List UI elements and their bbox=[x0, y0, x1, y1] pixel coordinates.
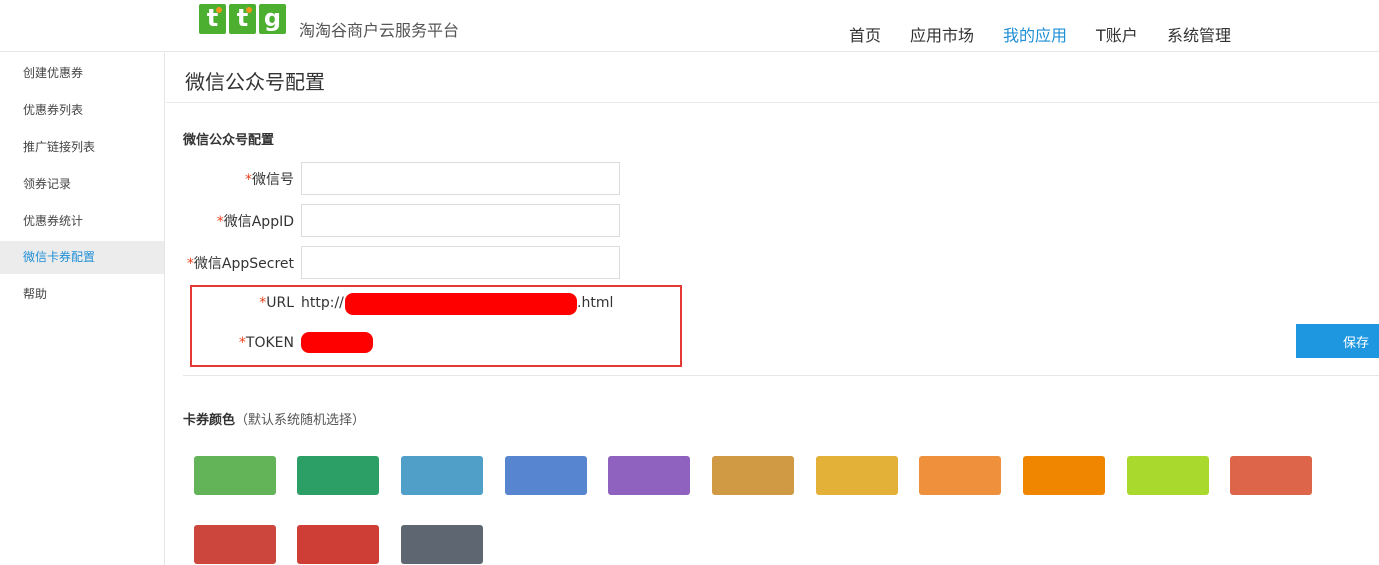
url-suffix: .html bbox=[577, 295, 614, 311]
color-swatch[interactable] bbox=[505, 456, 587, 495]
color-swatch[interactable] bbox=[712, 456, 794, 495]
color-swatch[interactable] bbox=[401, 525, 483, 564]
nav-home[interactable]: 首页 bbox=[849, 22, 881, 46]
save-button[interactable]: 保存 bbox=[1296, 324, 1379, 358]
color-swatch[interactable] bbox=[1023, 456, 1105, 495]
app-id-label: *微信AppID bbox=[216, 214, 294, 230]
page-title: 微信公众号配置 bbox=[185, 70, 325, 94]
url-prefix: http:// bbox=[301, 295, 344, 311]
divider bbox=[166, 102, 1379, 103]
sidebar-item-create-coupon[interactable]: 创建优惠券 bbox=[0, 57, 164, 90]
color-swatch[interactable] bbox=[297, 525, 379, 564]
wechat-id-label: *微信号 bbox=[245, 172, 294, 188]
color-swatch[interactable] bbox=[297, 456, 379, 495]
logo-letter: g bbox=[259, 4, 286, 34]
app-secret-input[interactable] bbox=[301, 246, 620, 279]
card-color-title: 卡券颜色（默认系统随机选择） bbox=[183, 413, 366, 428]
color-swatch[interactable] bbox=[816, 456, 898, 495]
sidebar-item-coupon-stats[interactable]: 优惠券统计 bbox=[0, 205, 164, 238]
section-title: 微信公众号配置 bbox=[183, 133, 275, 148]
color-swatch[interactable] bbox=[1230, 456, 1312, 495]
nav-app-market[interactable]: 应用市场 bbox=[910, 22, 974, 46]
color-swatch[interactable] bbox=[1127, 456, 1209, 495]
brand-name: 淘淘谷商户云服务平台 bbox=[299, 21, 460, 40]
color-swatch[interactable] bbox=[194, 456, 276, 495]
color-swatch[interactable] bbox=[919, 456, 1001, 495]
required-mark: * bbox=[186, 256, 194, 272]
app-id-input[interactable] bbox=[301, 204, 620, 237]
wechat-id-input[interactable] bbox=[301, 162, 620, 195]
nav-my-apps[interactable]: 我的应用 bbox=[1003, 22, 1067, 46]
required-mark: * bbox=[245, 172, 252, 188]
color-swatch[interactable] bbox=[608, 456, 690, 495]
sidebar-item-claim-records[interactable]: 领券记录 bbox=[0, 168, 164, 201]
sidebar-item-wechat-card-config[interactable]: 微信卡券配置 bbox=[0, 241, 164, 274]
required-mark: * bbox=[216, 214, 224, 230]
divider bbox=[183, 375, 1379, 376]
top-header: t t g 淘淘谷商户云服务平台 首页 应用市场 我的应用 T账户 系统管理 bbox=[0, 0, 1379, 52]
nav-system-admin[interactable]: 系统管理 bbox=[1167, 22, 1231, 46]
redaction-mark bbox=[345, 293, 577, 315]
color-swatch[interactable] bbox=[194, 525, 276, 564]
ttg-logo[interactable]: t t g bbox=[199, 4, 286, 36]
sidebar-item-help[interactable]: 帮助 bbox=[0, 278, 164, 311]
logo-letter: t bbox=[229, 4, 256, 34]
sidebar-item-promo-links[interactable]: 推广链接列表 bbox=[0, 131, 164, 164]
token-label: *TOKEN bbox=[238, 335, 294, 351]
redaction-mark bbox=[301, 332, 373, 353]
sidebar-item-coupon-list[interactable]: 优惠券列表 bbox=[0, 94, 164, 127]
color-swatch[interactable] bbox=[401, 456, 483, 495]
sidebar: 创建优惠券 优惠券列表 推广链接列表 领券记录 优惠券统计 微信卡券配置 帮助 bbox=[0, 53, 165, 565]
required-mark: * bbox=[238, 335, 246, 351]
nav-t-account[interactable]: T账户 bbox=[1096, 22, 1138, 46]
url-label: *URL bbox=[259, 295, 294, 311]
logo-letter: t bbox=[199, 4, 226, 34]
app-secret-label: *微信AppSecret bbox=[186, 256, 294, 272]
